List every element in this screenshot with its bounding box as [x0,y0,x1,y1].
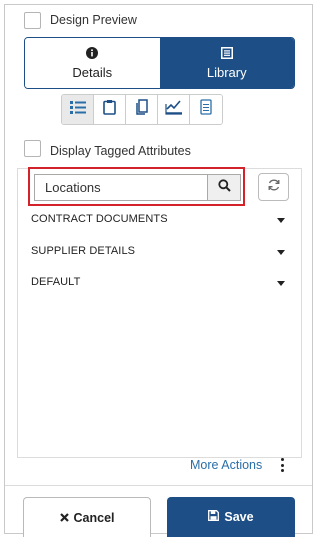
list-icon [69,100,86,119]
footer-divider [5,485,312,486]
section-supplier-details[interactable]: SUPPLIER DETAILS [31,245,289,263]
document-icon [200,99,212,120]
library-tab[interactable]: Library [159,38,294,88]
display-tagged-label: Display Tagged Attributes [50,144,191,158]
signature-button[interactable] [158,95,190,124]
clipboard-icon [103,99,116,120]
section-contract-documents[interactable]: CONTRACT DOCUMENTS [31,213,289,231]
sign-icon [164,99,183,120]
caret-down-icon [277,250,285,255]
save-button-label: Save [224,510,254,524]
save-button[interactable]: Save [167,497,295,537]
search-icon [217,178,231,197]
section-default[interactable]: DEFAULT [31,276,289,294]
copy-icon [135,99,149,120]
caret-down-icon [277,281,285,286]
refresh-button[interactable] [258,173,289,201]
library-toolbar [61,94,223,125]
copy-button[interactable] [126,95,158,124]
display-tagged-checkbox[interactable] [24,140,41,157]
section-label: DEFAULT [31,276,81,288]
close-icon [59,511,69,525]
list-alt-icon [220,46,233,62]
caret-down-icon [277,218,285,223]
refresh-icon [267,178,281,197]
section-label: SUPPLIER DETAILS [31,245,136,257]
info-icon [86,46,99,62]
search-box [34,174,241,201]
more-vertical-icon[interactable] [281,458,285,472]
section-label: CONTRACT DOCUMENTS [31,213,168,225]
floppy-disk-icon [208,510,220,524]
library-list-panel [17,168,302,458]
design-preview-label: Design Preview [50,13,137,27]
clipboard-button[interactable] [94,95,126,124]
document-button[interactable] [190,95,222,124]
view-toggle: Details Library [24,37,295,89]
design-preview-checkbox[interactable] [24,12,41,29]
search-button[interactable] [207,175,240,200]
library-tab-label: Library [206,64,247,80]
list-view-button[interactable] [62,95,94,124]
details-tab[interactable]: Details [25,38,160,88]
more-actions-link[interactable]: More Actions [190,458,262,472]
details-tab-label: Details [72,64,113,80]
search-input[interactable] [35,175,207,200]
cancel-button[interactable]: Cancel [23,497,151,537]
cancel-button-label: Cancel [73,510,115,525]
